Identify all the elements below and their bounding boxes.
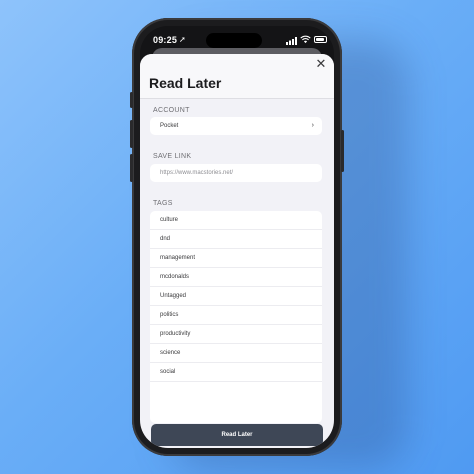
location-arrow-icon: ➚ bbox=[179, 35, 186, 44]
status-time: 09:25 bbox=[153, 35, 178, 45]
tag-row[interactable]: mcdonalds bbox=[150, 268, 322, 287]
tag-row[interactable]: science bbox=[150, 344, 322, 363]
tag-row[interactable]: productivity bbox=[150, 325, 322, 344]
tag-label: management bbox=[160, 255, 196, 261]
sheet-header: Read Later ✕ bbox=[140, 54, 334, 99]
save-link-placeholder: https://www.macstories.net/ bbox=[160, 170, 234, 176]
close-icon[interactable]: ✕ bbox=[314, 57, 328, 71]
tag-label: dnd bbox=[160, 236, 171, 242]
tag-label: mcdonalds bbox=[160, 274, 190, 280]
tag-label: politics bbox=[160, 312, 179, 318]
action-button-hardware bbox=[130, 92, 133, 108]
dynamic-island bbox=[206, 33, 262, 48]
volume-down-button bbox=[130, 154, 133, 182]
save-link-field[interactable]: https://www.macstories.net/ bbox=[150, 164, 322, 182]
volume-up-button bbox=[130, 120, 133, 148]
save-link-section-label: SAVE LINK bbox=[153, 153, 192, 160]
chevron-right-icon: › bbox=[311, 122, 314, 129]
tag-label: social bbox=[160, 369, 176, 375]
read-later-sheet: Read Later ✕ ACCOUNT Pocket › SAVE LINK … bbox=[140, 54, 334, 448]
tag-label: science bbox=[160, 350, 181, 356]
page-title: Read Later bbox=[149, 75, 222, 91]
account-section-label: ACCOUNT bbox=[153, 107, 190, 114]
tag-label: Untagged bbox=[160, 293, 187, 299]
tag-row[interactable]: Untagged bbox=[150, 287, 322, 306]
tag-row[interactable]: social bbox=[150, 363, 322, 382]
read-later-button[interactable]: Read Later bbox=[151, 424, 323, 446]
tag-row[interactable]: management bbox=[150, 249, 322, 268]
battery-icon bbox=[314, 36, 327, 43]
power-button bbox=[341, 130, 344, 172]
account-row[interactable]: Pocket › bbox=[150, 117, 322, 135]
tags-list: culture dnd management mcdonalds Untagge… bbox=[150, 211, 322, 423]
tag-label: culture bbox=[160, 217, 179, 223]
account-value: Pocket bbox=[160, 123, 179, 129]
tag-row[interactable]: politics bbox=[150, 306, 322, 325]
phone-screen: 09:25 ➚ Read Later ✕ ACCOUNT Pocket › SA… bbox=[140, 26, 334, 448]
tag-row[interactable]: dnd bbox=[150, 230, 322, 249]
tags-section-label: TAGS bbox=[153, 200, 173, 207]
wifi-icon bbox=[300, 35, 311, 44]
tag-label: productivity bbox=[160, 331, 191, 337]
cellular-signal-icon bbox=[286, 37, 297, 45]
tag-row[interactable]: culture bbox=[150, 211, 322, 230]
